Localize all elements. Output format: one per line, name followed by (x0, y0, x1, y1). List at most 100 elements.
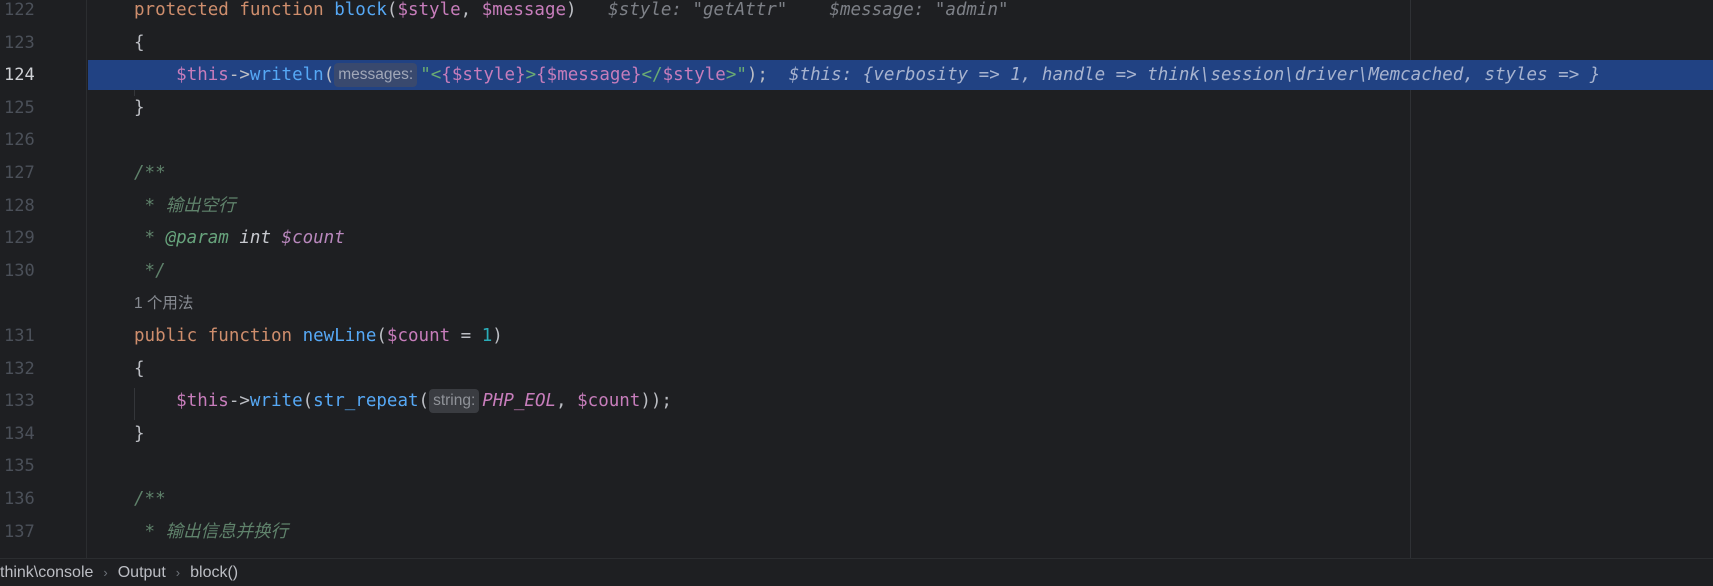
code-line[interactable]: 134} (0, 418, 1713, 450)
code-line[interactable]: 126 (0, 124, 1713, 156)
line-number: 135 (4, 456, 35, 477)
code-token: </ (641, 65, 663, 86)
code-token: $count (386, 326, 451, 346)
code-token: } (515, 65, 526, 86)
line-number: 129 (4, 228, 35, 249)
code-token: ) (566, 0, 577, 20)
parameter-hint: string: (429, 389, 480, 414)
line-code: } (134, 418, 145, 450)
line-number: 124 (4, 65, 35, 86)
code-line[interactable]: 137 * 输出信息并换行 (0, 516, 1713, 548)
line-number: 133 (4, 391, 35, 412)
code-token: $count (577, 391, 641, 412)
debug-inline-value: $style: "getAttr" $message: "admin" (576, 0, 1009, 20)
usages-hint[interactable]: 1 个用法 (134, 295, 193, 312)
code-token: $message (546, 65, 631, 86)
code-line[interactable]: 127 /** (0, 157, 1713, 189)
line-number: 136 (4, 489, 35, 509)
code-token: PHP_EOL (482, 391, 557, 412)
line-number: 127 (4, 163, 35, 183)
comment-token: @param (165, 228, 229, 249)
code-token: { (441, 65, 452, 86)
current-line[interactable]: 124 $this->writeln(messages: "<{$style}>{… (0, 59, 1713, 91)
code-token: $style (397, 0, 461, 20)
code-line[interactable]: 122 protected function block($style, $mes… (0, 0, 1713, 26)
code-token: { (134, 358, 145, 379)
code-token: } (630, 65, 642, 86)
code-token: write (249, 391, 303, 412)
code-token: ( (323, 65, 335, 86)
code-token: newLine (302, 326, 377, 346)
comment-token: /** (134, 163, 166, 183)
code-line[interactable]: 130 */ (0, 255, 1713, 287)
line-number: 130 (4, 260, 35, 281)
code-line[interactable]: 131 public function newLine($count = 1) (0, 320, 1713, 352)
line-code: { (134, 353, 145, 385)
comment-token (229, 228, 240, 248)
code-line[interactable]: 1 个用法 (0, 287, 1713, 319)
code-token: = (450, 326, 482, 346)
code-token: )); (640, 391, 672, 412)
code-token: { (134, 32, 145, 53)
line-number: 132 (4, 358, 35, 379)
code-line[interactable]: 132 { (0, 353, 1713, 385)
code-token: ( (376, 326, 387, 346)
code-line[interactable]: 136 /** (0, 483, 1713, 515)
comment-token: * (134, 228, 166, 249)
code-token: >" (725, 65, 747, 86)
code-token: , (460, 0, 482, 20)
code-token: $style (662, 65, 726, 86)
code-token: ( (386, 0, 398, 20)
line-code: * @param int $count (134, 222, 345, 254)
breadcrumb-item[interactable]: Output (114, 559, 170, 586)
code-token: -> (228, 65, 250, 86)
chevron-right-icon: › (103, 565, 108, 580)
breadcrumb-item[interactable]: block() (186, 559, 242, 586)
code-line[interactable]: 123 { (0, 27, 1713, 59)
line-code: { (134, 27, 145, 59)
line-code: 1 个用法 (134, 287, 193, 320)
code-line[interactable]: 125} (0, 92, 1713, 124)
line-number: 131 (4, 326, 35, 346)
code-line[interactable]: 128 * 输出空行 (0, 190, 1713, 222)
code-token: { (536, 65, 547, 86)
line-number: 137 (4, 521, 35, 542)
line-number: 126 (4, 130, 35, 151)
code-token: > (525, 65, 537, 86)
line-code: $this->writeln(messages: "<{$style}>{$mes… (134, 59, 1600, 91)
code-token: -> (228, 391, 250, 412)
comment-token: int (239, 228, 271, 249)
line-code: /** (134, 483, 166, 515)
comment-token: * 输出信息并换行 (134, 521, 289, 542)
comment-token: * 输出空行 (134, 195, 236, 216)
code-token: function (207, 326, 293, 346)
code-token: } (134, 97, 145, 118)
line-code: */ (134, 255, 166, 287)
code-editor[interactable]: 122 protected function block($style, $mes… (0, 0, 1713, 558)
code-line[interactable]: 133 $this->write(str_repeat(string: PHP_E… (0, 385, 1713, 417)
code-line[interactable]: 129 * @param int $count (0, 222, 1713, 254)
line-code: /** (134, 157, 166, 189)
line-code: $this->write(str_repeat(string: PHP_EOL, … (134, 385, 672, 417)
code-token: $this (176, 391, 229, 412)
chevron-right-icon: › (175, 565, 181, 580)
code-line[interactable]: 135 (0, 450, 1713, 482)
parameter-hint: messages: (334, 63, 418, 88)
code-token: writeln (249, 65, 324, 86)
line-code: * 输出信息并换行 (134, 516, 289, 548)
code-token: ) (492, 326, 503, 346)
code-token: str_repeat (313, 391, 419, 412)
line-number: 123 (4, 32, 35, 53)
line-number: 134 (4, 423, 35, 444)
line-number: 128 (4, 195, 35, 216)
line-number: 122 (4, 0, 35, 20)
line-code: } (134, 92, 145, 124)
code-token: public (134, 326, 198, 346)
breadcrumb-item[interactable]: think\console (0, 559, 97, 586)
line-code: public function newLine($count = 1) (134, 320, 503, 352)
debug-inline-value: $this: {verbosity => 1, handle => think\… (767, 65, 1601, 86)
